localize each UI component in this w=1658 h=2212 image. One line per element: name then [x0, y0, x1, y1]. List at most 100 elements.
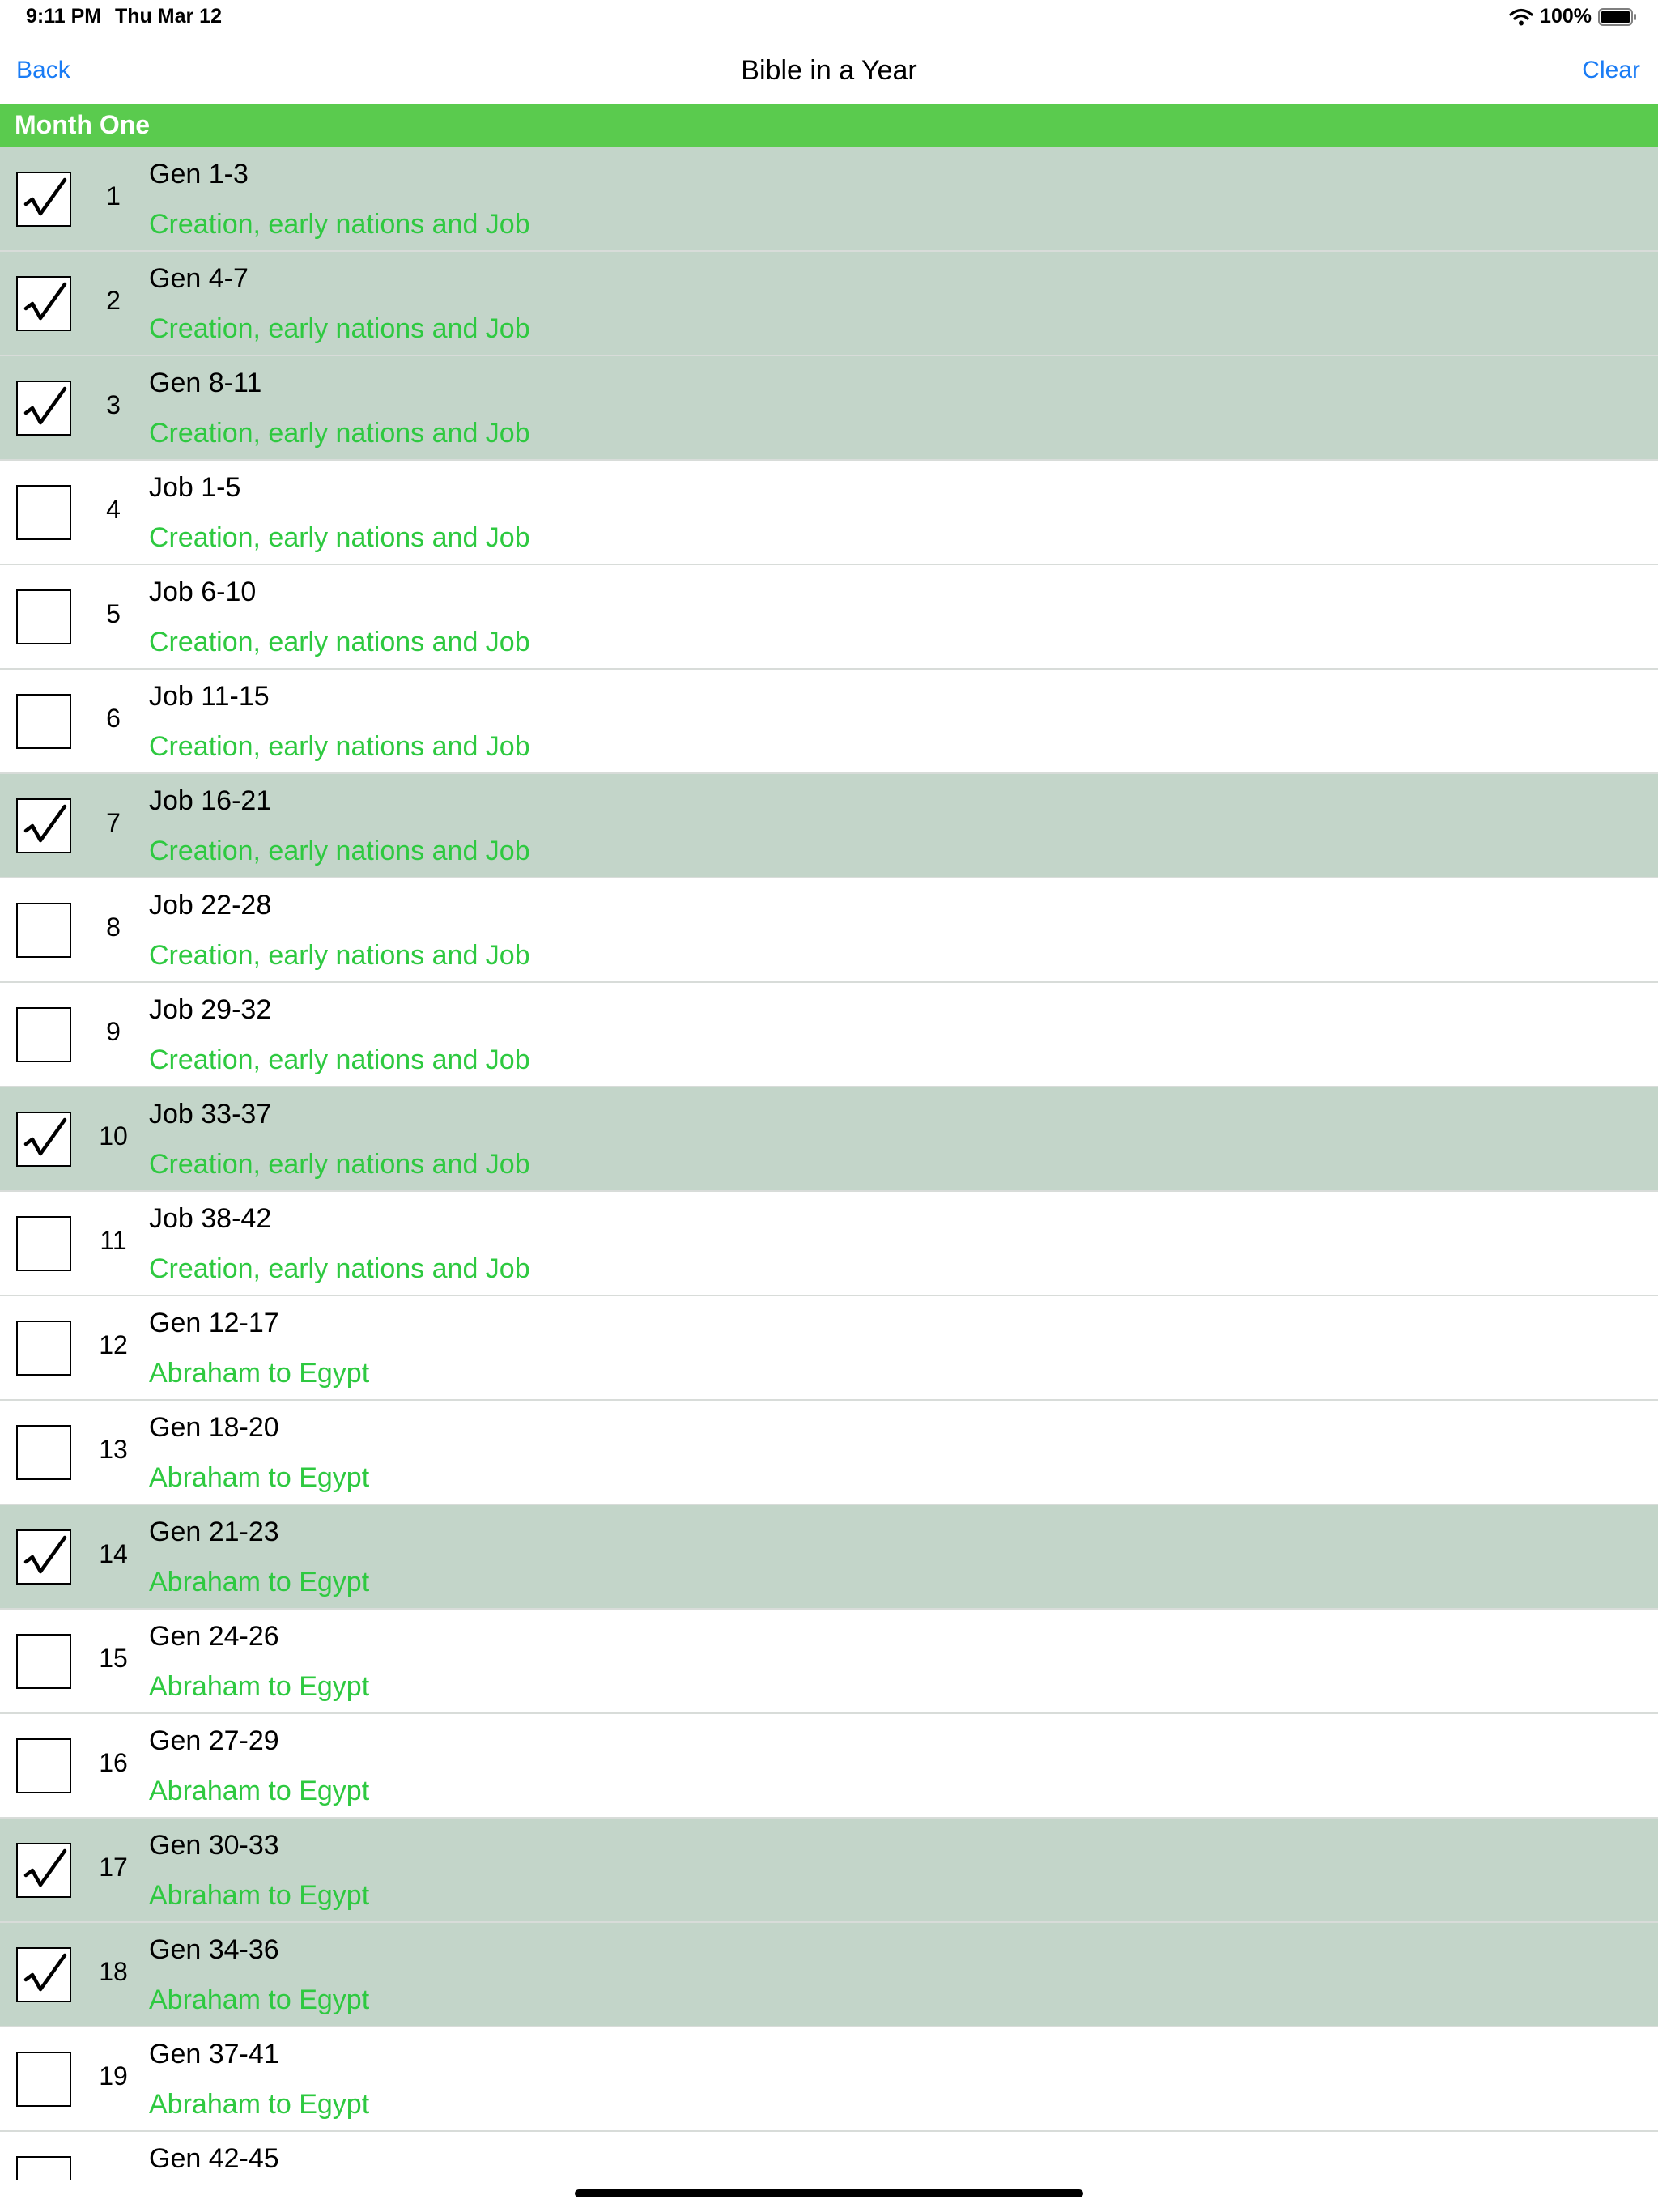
- checkbox[interactable]: [16, 903, 71, 958]
- theme-label: Abraham to Egypt: [149, 1358, 370, 1389]
- checkmark-icon: [23, 177, 67, 216]
- day-number: 19: [99, 2061, 128, 2091]
- passage-label: Gen 30-33: [149, 1830, 279, 1861]
- day-number: 15: [99, 1644, 128, 1673]
- checkbox[interactable]: [16, 172, 71, 227]
- passage-label: Job 1-5: [149, 472, 241, 503]
- checkbox[interactable]: [16, 276, 71, 331]
- reading-list[interactable]: 1 Gen 1-3 Creation, early nations and Jo…: [0, 147, 1658, 2180]
- status-indicators: 100%: [1509, 5, 1637, 28]
- passage-label: Gen 37-41: [149, 2039, 279, 2069]
- navigation-bar: Back Bible in a Year Clear: [0, 39, 1658, 104]
- clear-button[interactable]: Clear: [1582, 57, 1640, 84]
- checkbox[interactable]: [16, 1007, 71, 1062]
- checkbox[interactable]: [16, 1425, 71, 1480]
- reading-row[interactable]: 2 Gen 4-7 Creation, early nations and Jo…: [0, 252, 1658, 356]
- reading-row[interactable]: 6 Job 11-15 Creation, early nations and …: [0, 670, 1658, 774]
- reading-row[interactable]: 7 Job 16-21 Creation, early nations and …: [0, 774, 1658, 878]
- passage-label: Job 38-42: [149, 1203, 272, 1234]
- checkmark-icon: [23, 1848, 67, 1887]
- day-number: 3: [106, 390, 121, 419]
- checkbox[interactable]: [16, 1529, 71, 1585]
- theme-label: Abraham to Egypt: [149, 1567, 370, 1597]
- checkbox[interactable]: [16, 589, 71, 644]
- checkbox[interactable]: [16, 1738, 71, 1793]
- passage-label: Gen 24-26: [149, 1621, 279, 1652]
- checkbox[interactable]: [16, 1947, 71, 2002]
- status-date: Thu Mar 12: [115, 5, 222, 28]
- passage-label: Gen 12-17: [149, 1308, 279, 1338]
- reading-row[interactable]: Gen 42-45: [0, 2132, 1658, 2180]
- passage-label: Gen 34-36: [149, 1934, 279, 1965]
- passage-label: Gen 4-7: [149, 263, 249, 294]
- reading-row[interactable]: 11 Job 38-42 Creation, early nations and…: [0, 1192, 1658, 1296]
- theme-label: Abraham to Egypt: [149, 2089, 370, 2120]
- section-header: Month One: [0, 104, 1658, 147]
- day-number: 4: [106, 495, 121, 524]
- day-number: 17: [99, 1853, 128, 1882]
- checkbox[interactable]: [16, 798, 71, 853]
- checkbox[interactable]: [16, 485, 71, 540]
- battery-icon: [1598, 7, 1637, 26]
- day-number: 9: [106, 1017, 121, 1046]
- theme-label: Creation, early nations and Job: [149, 731, 530, 762]
- day-number: 10: [99, 1121, 128, 1151]
- reading-row[interactable]: 8 Job 22-28 Creation, early nations and …: [0, 878, 1658, 983]
- theme-label: Creation, early nations and Job: [149, 940, 530, 971]
- checkbox[interactable]: [16, 2052, 71, 2107]
- theme-label: Creation, early nations and Job: [149, 836, 530, 866]
- passage-label: Gen 27-29: [149, 1725, 279, 1756]
- status-time: 9:11 PM: [26, 5, 102, 28]
- checkmark-icon: [23, 386, 67, 425]
- reading-row[interactable]: 5 Job 6-10 Creation, early nations and J…: [0, 565, 1658, 670]
- day-number: 6: [106, 704, 121, 733]
- reading-row[interactable]: 9 Job 29-32 Creation, early nations and …: [0, 983, 1658, 1087]
- reading-row[interactable]: 4 Job 1-5 Creation, early nations and Jo…: [0, 461, 1658, 565]
- day-number: 16: [99, 1748, 128, 1777]
- reading-row[interactable]: 19 Gen 37-41 Abraham to Egypt: [0, 2027, 1658, 2132]
- day-number: 18: [99, 1957, 128, 1986]
- reading-row[interactable]: 18 Gen 34-36 Abraham to Egypt: [0, 1923, 1658, 2027]
- theme-label: Abraham to Egypt: [149, 1984, 370, 2015]
- reading-row[interactable]: 12 Gen 12-17 Abraham to Egypt: [0, 1296, 1658, 1401]
- day-number: 13: [99, 1435, 128, 1464]
- reading-row[interactable]: 1 Gen 1-3 Creation, early nations and Jo…: [0, 147, 1658, 252]
- checkbox[interactable]: [16, 1321, 71, 1376]
- reading-row[interactable]: 17 Gen 30-33 Abraham to Egypt: [0, 1819, 1658, 1923]
- checkbox[interactable]: [16, 2156, 71, 2180]
- home-indicator[interactable]: [575, 2189, 1083, 2197]
- theme-label: Creation, early nations and Job: [149, 209, 530, 240]
- theme-label: Creation, early nations and Job: [149, 627, 530, 657]
- passage-label: Job 16-21: [149, 785, 272, 816]
- theme-label: Creation, early nations and Job: [149, 418, 530, 449]
- reading-row[interactable]: 16 Gen 27-29 Abraham to Egypt: [0, 1714, 1658, 1819]
- theme-label: Abraham to Egypt: [149, 1462, 370, 1493]
- theme-label: Abraham to Egypt: [149, 1880, 370, 1911]
- section-title: Month One: [15, 110, 151, 139]
- status-bar: 9:11 PM Thu Mar 12 100%: [0, 0, 1658, 39]
- passage-label: Gen 1-3: [149, 159, 249, 189]
- theme-label: Abraham to Egypt: [149, 1776, 370, 1806]
- checkbox[interactable]: [16, 381, 71, 436]
- passage-label: Job 6-10: [149, 576, 257, 607]
- reading-row[interactable]: 15 Gen 24-26 Abraham to Egypt: [0, 1610, 1658, 1714]
- checkmark-icon: [23, 804, 67, 843]
- checkmark-icon: [23, 1117, 67, 1156]
- checkmark-icon: [23, 1535, 67, 1574]
- day-number: 8: [106, 912, 121, 942]
- checkbox[interactable]: [16, 1112, 71, 1167]
- day-number: 7: [106, 808, 121, 837]
- checkmark-icon: [23, 1953, 67, 1992]
- checkmark-icon: [23, 282, 67, 321]
- reading-row[interactable]: 3 Gen 8-11 Creation, early nations and J…: [0, 356, 1658, 461]
- reading-row[interactable]: 14 Gen 21-23 Abraham to Egypt: [0, 1505, 1658, 1610]
- theme-label: Creation, early nations and Job: [149, 313, 530, 344]
- app-screen: 9:11 PM Thu Mar 12 100% Back Bible in a …: [0, 0, 1658, 2212]
- reading-row[interactable]: 10 Job 33-37 Creation, early nations and…: [0, 1087, 1658, 1192]
- reading-row[interactable]: 13 Gen 18-20 Abraham to Egypt: [0, 1401, 1658, 1505]
- checkbox[interactable]: [16, 1634, 71, 1689]
- checkbox[interactable]: [16, 1843, 71, 1898]
- checkbox[interactable]: [16, 694, 71, 749]
- checkbox[interactable]: [16, 1216, 71, 1271]
- wifi-icon: [1509, 7, 1533, 27]
